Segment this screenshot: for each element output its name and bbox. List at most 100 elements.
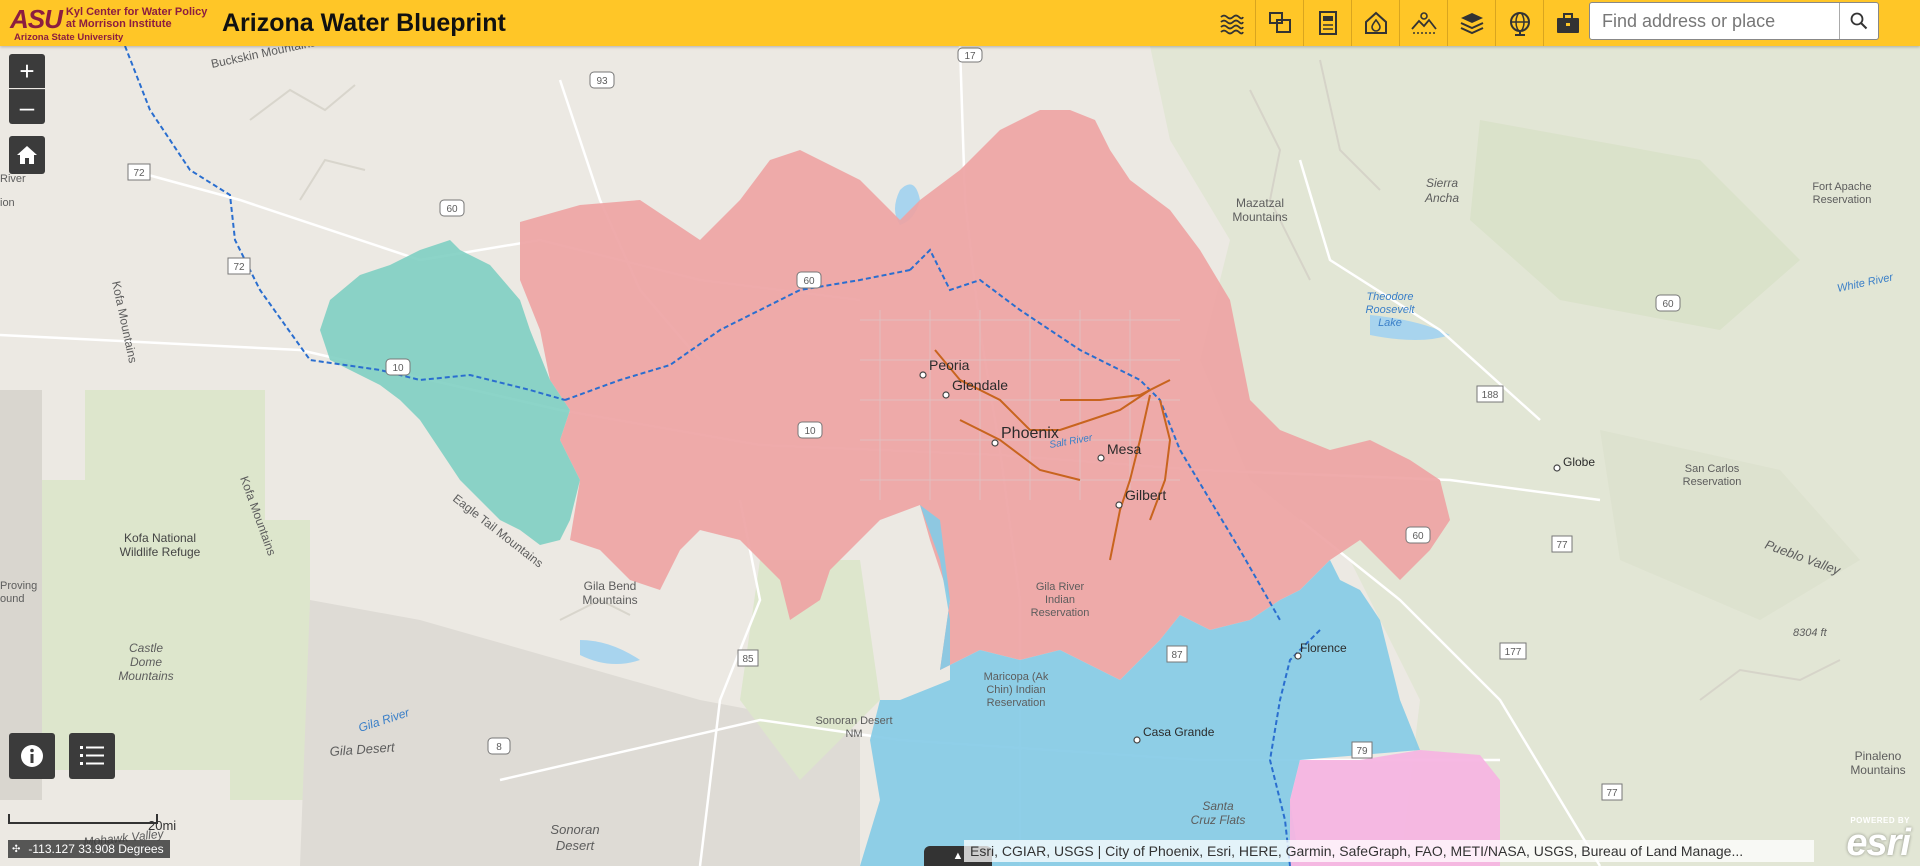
search-button[interactable] — [1839, 3, 1878, 39]
shield-us60d: 60 — [1655, 294, 1681, 312]
search-input[interactable] — [1590, 3, 1839, 39]
asu-kyl-logo[interactable]: ASU Kyl Center for Water Policy at Morri… — [10, 3, 210, 43]
svg-text:NM: NM — [845, 728, 862, 740]
info-icon — [21, 745, 43, 767]
svg-text:Castle: Castle — [129, 641, 163, 655]
svg-text:Mountains: Mountains — [118, 669, 173, 683]
city-mesa: Mesa — [1107, 441, 1141, 457]
shield-sr188: 188 — [1476, 385, 1504, 403]
crosshair-icon: ✣ — [12, 843, 21, 855]
document-tool-button[interactable] — [1303, 0, 1351, 46]
globe-tool-button[interactable] — [1495, 0, 1543, 46]
home-icon — [17, 146, 37, 164]
esri-wordmark: esri — [1846, 822, 1911, 864]
map-attribution: Esri, CGIAR, USGS | City of Phoenix, Esr… — [964, 840, 1814, 862]
svg-text:Sonoran: Sonoran — [550, 822, 599, 837]
esri-logo[interactable]: POWERED BY esri — [1838, 814, 1914, 862]
toolbox-tool-button[interactable] — [1543, 0, 1591, 46]
svg-text:188: 188 — [1482, 390, 1499, 401]
svg-text:77: 77 — [1606, 788, 1618, 799]
layer-stack-tool-button[interactable] — [1447, 0, 1495, 46]
toolbox-icon — [1556, 13, 1579, 33]
shield-us72b: 72 — [227, 257, 251, 275]
svg-text:Theodore: Theodore — [1366, 291, 1413, 303]
shield-i10a: 10 — [385, 358, 411, 376]
search-widget — [1589, 2, 1879, 40]
svg-text:Wildlife Refuge: Wildlife Refuge — [120, 545, 201, 559]
layer-stack-icon — [1460, 13, 1483, 35]
svg-text:8: 8 — [496, 742, 502, 753]
svg-text:Mazatzal: Mazatzal — [1236, 196, 1284, 210]
map-canvas[interactable]: 93 17 72 72 60 60 60 60 10 10 85 8 87 18… — [0, 46, 1920, 866]
svg-text:Cruz Flats: Cruz Flats — [1191, 813, 1246, 827]
svg-text:Maricopa (Ak: Maricopa (Ak — [984, 671, 1049, 683]
svg-text:Reservation: Reservation — [1031, 607, 1090, 619]
logo-text: Kyl Center for Water Policy at Morrison … — [66, 6, 207, 30]
svg-text:Mountains: Mountains — [1850, 763, 1905, 777]
shield-i8: 8 — [487, 737, 511, 755]
home-button[interactable] — [9, 136, 45, 174]
svg-text:Sonoran Desert: Sonoran Desert — [815, 715, 892, 727]
coordinate-readout[interactable]: ✣ -113.127 33.908 Degrees — [8, 840, 170, 858]
svg-text:93: 93 — [596, 76, 608, 87]
water-drop-home-icon — [1364, 11, 1387, 34]
svg-text:60: 60 — [446, 204, 458, 215]
svg-text:17: 17 — [964, 51, 976, 62]
svg-text:Fort Apache: Fort Apache — [1812, 181, 1871, 193]
water-waves-icon — [1219, 14, 1244, 35]
svg-text:Santa: Santa — [1202, 799, 1234, 813]
scale-label: 20mi — [148, 818, 177, 833]
shield-sr87: 87 — [1166, 645, 1188, 663]
shield-us60c: 60 — [1405, 526, 1431, 544]
svg-text:Reservation: Reservation — [1813, 194, 1872, 206]
svg-text:60: 60 — [1662, 299, 1674, 310]
shield-sr79: 79 — [1351, 741, 1373, 759]
logo-line-1: Kyl Center for Water Policy — [65, 6, 208, 18]
desert-landscape-tool-button[interactable] — [1399, 0, 1447, 46]
layers-squares-tool-button[interactable] — [1255, 0, 1303, 46]
svg-text:San Carlos: San Carlos — [1685, 463, 1740, 475]
shield-i17: 17 — [957, 47, 983, 63]
svg-text:ion: ion — [0, 197, 15, 209]
scale-bar — [8, 814, 158, 824]
svg-text:Desert: Desert — [556, 838, 596, 853]
svg-text:60: 60 — [803, 276, 815, 287]
svg-text:72: 72 — [233, 262, 245, 273]
zoom-out-button[interactable]: – — [9, 89, 45, 124]
svg-text:Mountains: Mountains — [582, 593, 637, 607]
svg-text:8304 ft: 8304 ft — [1793, 627, 1828, 639]
svg-text:10: 10 — [392, 363, 404, 374]
list-icon — [80, 746, 104, 765]
logo-line-2: at Morrison Institute — [65, 18, 172, 30]
water-home-tool-button[interactable] — [1351, 0, 1399, 46]
legend-button[interactable] — [69, 733, 115, 779]
city-glendale: Glendale — [952, 377, 1008, 393]
svg-text:Chin) Indian: Chin) Indian — [986, 684, 1045, 696]
info-button[interactable] — [9, 733, 55, 779]
map-view[interactable]: 93 17 72 72 60 60 60 60 10 10 85 8 87 18… — [0, 46, 1920, 866]
svg-text:79: 79 — [1356, 746, 1368, 757]
svg-text:Gila River: Gila River — [1036, 581, 1085, 593]
svg-text:Sierra: Sierra — [1426, 176, 1458, 190]
city-florence: Florence — [1300, 641, 1347, 655]
svg-text:10: 10 — [804, 426, 816, 437]
svg-text:Ancha: Ancha — [1424, 191, 1459, 205]
globe-icon — [1509, 12, 1530, 36]
shield-sr177: 177 — [1499, 642, 1527, 660]
desert-landscape-icon — [1410, 12, 1437, 34]
svg-text:Proving: Proving — [0, 580, 37, 592]
app-header: ASU Kyl Center for Water Policy at Morri… — [0, 0, 1920, 46]
svg-text:87: 87 — [1171, 650, 1183, 661]
shield-us72a: 72 — [127, 163, 151, 181]
layers-squares-icon — [1268, 12, 1291, 33]
water-waves-tool-button[interactable] — [1208, 0, 1255, 46]
zoom-in-button[interactable]: + — [9, 54, 45, 88]
svg-text:Roosevelt: Roosevelt — [1366, 304, 1416, 316]
svg-text:Reservation: Reservation — [987, 697, 1046, 709]
svg-text:177: 177 — [1505, 647, 1522, 658]
document-icon — [1318, 11, 1337, 35]
svg-text:River: River — [0, 173, 26, 185]
svg-text:Lake: Lake — [1378, 317, 1402, 329]
header-toolbar — [1208, 0, 1591, 46]
svg-text:Indian: Indian — [1045, 594, 1075, 606]
